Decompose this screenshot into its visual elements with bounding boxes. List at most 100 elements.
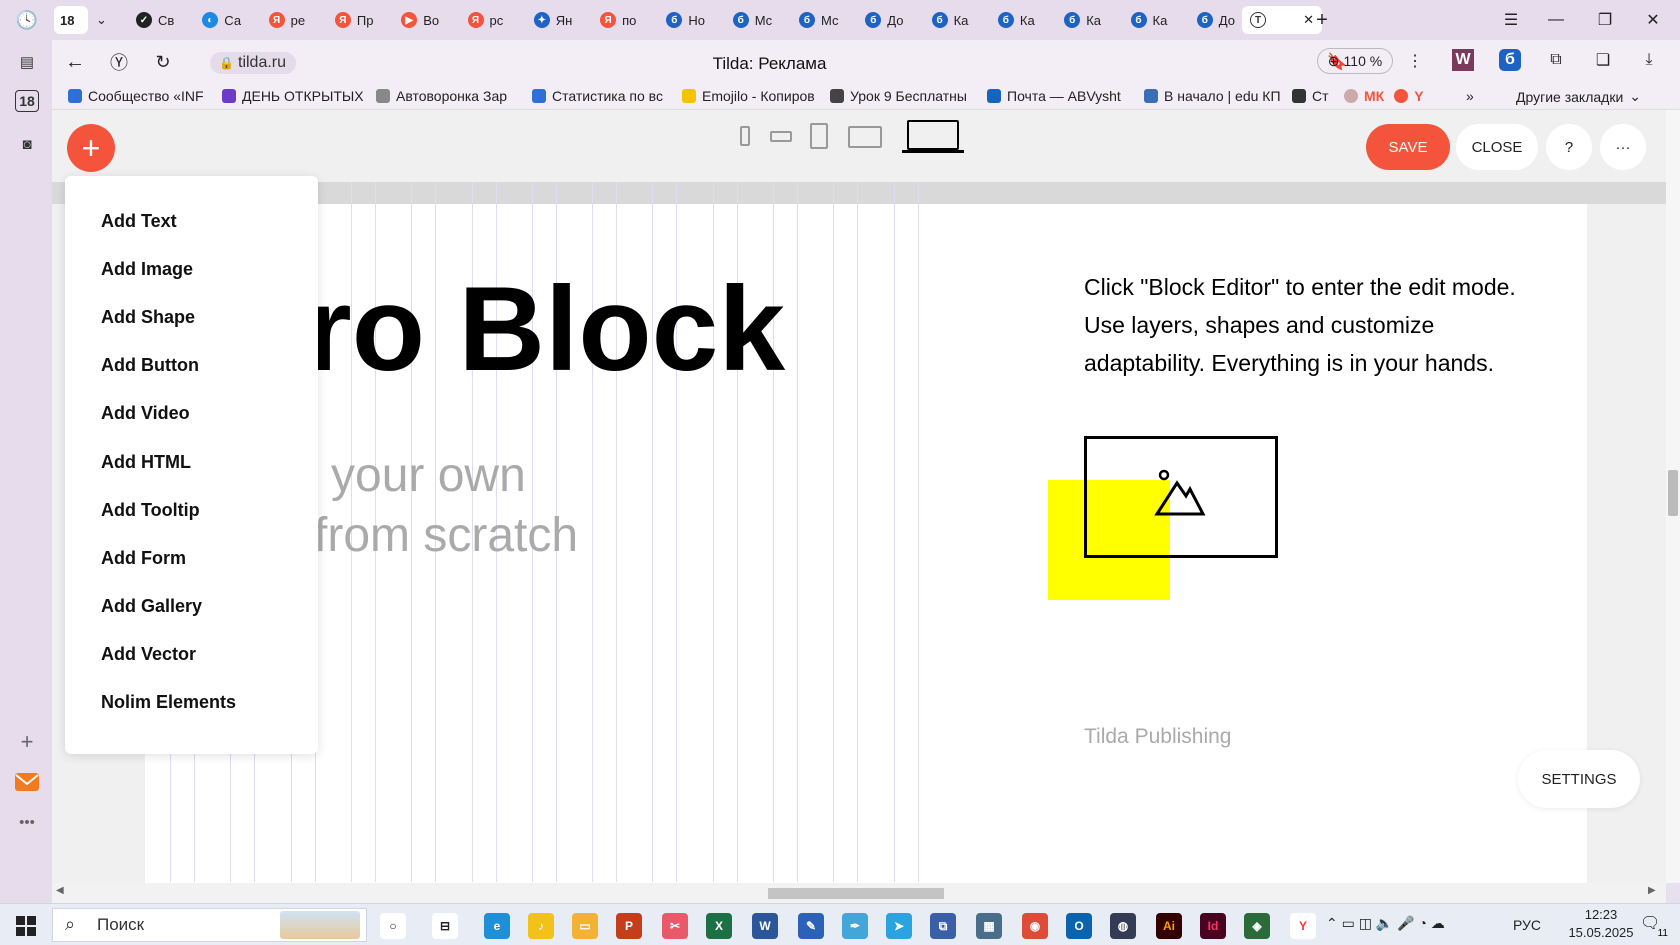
bookmark-item[interactable]: Статистика по вс	[532, 88, 677, 104]
more-icon[interactable]: •••	[13, 808, 41, 836]
tab[interactable]: б Мс	[791, 6, 851, 34]
address-bar[interactable]: Tilda: Реклама 🔒 tilda.ru 🔖	[202, 46, 1347, 78]
menu-item[interactable]: Add Vector	[101, 644, 196, 665]
add-panel-icon[interactable]: +	[13, 728, 41, 756]
taskbar-search[interactable]: ⌕ Поиск	[52, 908, 367, 942]
tab[interactable]: б Ка	[990, 6, 1050, 34]
tab-count-badge[interactable]: 18	[54, 6, 88, 34]
extension-w-icon[interactable]: W	[1448, 48, 1478, 72]
tab[interactable]: ▶ Во	[393, 6, 453, 34]
device-tablet-portrait-icon[interactable]	[810, 123, 828, 149]
tab[interactable]: б Ка	[1056, 6, 1116, 34]
vertical-scrollbar[interactable]	[1666, 110, 1680, 883]
menu-item[interactable]: Add Shape	[101, 307, 195, 328]
word-icon[interactable]: W	[752, 913, 778, 939]
vertical-scroll-thumb[interactable]	[1668, 470, 1678, 516]
tab[interactable]: Ярс	[460, 6, 520, 34]
bookmark-item[interactable]: Emojilo - Копиров	[682, 88, 827, 104]
chrome-icon[interactable]: ◉	[1022, 913, 1048, 939]
yandex-icon[interactable]: Ⓨ	[104, 50, 134, 74]
yandex-browser-icon[interactable]: Y	[1290, 913, 1316, 939]
bookmark-item[interactable]: Автоворонка Зар	[376, 88, 526, 104]
help-button[interactable]: ?	[1546, 124, 1592, 170]
bookmark-item[interactable]: В начало | edu КП	[1144, 88, 1289, 104]
device-phone-portrait-icon[interactable]	[740, 126, 750, 146]
reload-icon[interactable]: ↻	[148, 50, 178, 74]
window-close-icon[interactable]: ✕	[1638, 8, 1668, 32]
restore-icon[interactable]: ❐	[1590, 8, 1620, 32]
bookmark-item[interactable]: Урок 9 Бесплатны	[830, 88, 980, 104]
image-placeholder[interactable]	[1084, 436, 1278, 558]
device-desktop-icon[interactable]	[907, 120, 959, 150]
bookmark-misc-icons[interactable]: МК Y	[1344, 88, 1424, 104]
bookmark-item[interactable]: ДЕНЬ ОТКРЫТЫХ	[222, 88, 372, 104]
tab[interactable]: б Но	[658, 6, 718, 34]
calculator-icon[interactable]: ▦	[976, 913, 1002, 939]
settings-button[interactable]: SETTINGS	[1518, 750, 1640, 808]
menu-item[interactable]: Add Form	[101, 548, 186, 569]
bookmark-item[interactable]: Ст	[1292, 88, 1332, 104]
tray-icons[interactable]: ⌃ ▭ ◫ 🔈 🎤 ◔ ☁	[1326, 915, 1445, 932]
windows-start-icon[interactable]	[16, 916, 36, 941]
zoom-indicator[interactable]: ⊕ 110 %	[1317, 48, 1393, 74]
scroll-right-icon[interactable]: ▶	[1648, 885, 1656, 896]
notifications-icon[interactable]: 🗨 11	[1640, 913, 1668, 939]
powerpoint-icon[interactable]: P	[616, 913, 642, 939]
bookmark-item[interactable]: Почта — ABVysht	[987, 88, 1137, 104]
tab[interactable]: ◐ Са	[194, 6, 254, 34]
menu-item[interactable]: Add Image	[101, 259, 193, 280]
cortana-icon[interactable]: ○	[380, 913, 406, 939]
block-title[interactable]: ro Block	[305, 260, 785, 398]
kebab-icon[interactable]: ⋮	[1400, 49, 1430, 73]
extension-ok-icon[interactable]: б	[1495, 48, 1525, 72]
menu-item[interactable]: Add Video	[101, 403, 190, 424]
tab[interactable]: б До	[857, 6, 917, 34]
vpn-icon[interactable]: ◍	[1110, 913, 1136, 939]
telegram-icon[interactable]: ➤	[886, 913, 912, 939]
yandex-music-icon[interactable]: ♪	[528, 913, 554, 939]
tab[interactable]: ✦ Ян	[526, 6, 586, 34]
clock[interactable]: 12:23 15.05.2025	[1566, 906, 1636, 942]
illustrator-icon[interactable]: Ai	[1156, 913, 1182, 939]
tab[interactable]: ✓ Св	[128, 6, 188, 34]
collections-icon[interactable]: ▤	[13, 48, 41, 76]
download-icon[interactable]: ⤓	[1634, 48, 1664, 72]
horizontal-scroll-thumb[interactable]	[768, 888, 944, 899]
tab[interactable]: Я Пр	[327, 6, 387, 34]
outlook-icon[interactable]: O	[1066, 913, 1092, 939]
explorer-icon[interactable]: ▭	[572, 913, 598, 939]
extensions-puzzle-icon[interactable]: ⧉	[1541, 48, 1571, 72]
shield-app-icon[interactable]: ◈	[1244, 913, 1270, 939]
language-indicator[interactable]: РУС	[1513, 917, 1541, 933]
block-subtitle-line2[interactable]: from scratch	[314, 508, 578, 563]
tab[interactable]: б Мс	[725, 6, 785, 34]
device-tablet-landscape-icon[interactable]	[848, 126, 882, 148]
tab[interactable]: б Ка	[1123, 6, 1183, 34]
menu-item[interactable]: Add Tooltip	[101, 500, 200, 521]
block-description[interactable]: Click "Block Editor" to enter the edit m…	[1084, 268, 1544, 382]
scroll-left-icon[interactable]: ◀	[56, 885, 64, 896]
other-bookmarks[interactable]: Другие закладки ⌄	[1516, 88, 1641, 105]
add-element-button[interactable]: +	[67, 124, 115, 172]
menu-icon[interactable]: ☰	[1496, 8, 1526, 32]
reading-list-icon[interactable]: ❏	[1588, 48, 1618, 72]
task-view-icon[interactable]: ⊟	[432, 913, 458, 939]
pen-icon[interactable]: ✒	[842, 913, 868, 939]
back-icon[interactable]: ←	[60, 50, 90, 74]
block-subtitle-line1[interactable]: your own	[331, 448, 526, 503]
new-tab-icon[interactable]: +	[1307, 8, 1337, 32]
camera-icon[interactable]: ◙	[13, 130, 41, 158]
footer-text[interactable]: Tilda Publishing	[1084, 725, 1231, 749]
more-bookmarks[interactable]: »	[1466, 88, 1474, 104]
more-options-button[interactable]: ···	[1600, 124, 1646, 170]
url-field[interactable]: 🔒 tilda.ru	[210, 52, 297, 74]
indesign-icon[interactable]: Id	[1200, 913, 1226, 939]
menu-item[interactable]: Add Gallery	[101, 596, 202, 617]
tab-list-chevron-icon[interactable]: ⌄	[92, 6, 114, 34]
tab[interactable]: б До	[1189, 6, 1249, 34]
device-phone-landscape-icon[interactable]	[770, 131, 792, 142]
snipping-icon[interactable]: ✂	[662, 913, 688, 939]
horizontal-scrollbar[interactable]: ◀ ▶	[52, 883, 1666, 903]
tab[interactable]: Яре	[261, 6, 321, 34]
close-button[interactable]: CLOSE	[1456, 124, 1538, 170]
